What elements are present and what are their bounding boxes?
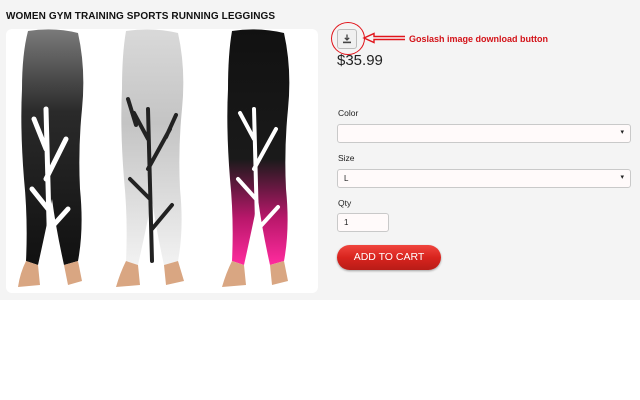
size-select[interactable]: L ▾ — [337, 169, 631, 188]
product-title: WOMEN GYM TRAINING SPORTS RUNNING LEGGIN… — [6, 11, 276, 22]
qty-value: 1 — [344, 218, 349, 227]
product-image[interactable] — [6, 29, 318, 293]
add-to-cart-button[interactable]: ADD TO CART — [337, 245, 441, 270]
download-icon — [343, 34, 351, 44]
chevron-down-icon: ▾ — [620, 129, 624, 136]
color-select[interactable]: ▾ — [337, 124, 631, 143]
legging-white-black — [116, 29, 184, 287]
leggings-illustration — [18, 29, 290, 287]
size-select-value: L — [344, 174, 349, 183]
annotation-label: Goslash image download button — [409, 34, 549, 44]
product-price: $35.99 — [337, 52, 383, 69]
legging-grey-black — [18, 29, 84, 287]
qty-input[interactable]: 1 — [337, 213, 389, 232]
legging-black-pink — [222, 29, 290, 287]
qty-label: Qty — [338, 198, 352, 208]
download-button[interactable] — [337, 29, 357, 49]
size-label: Size — [338, 153, 355, 163]
color-label: Color — [338, 108, 359, 118]
annotation-arrow-icon — [362, 32, 405, 44]
chevron-down-icon: ▾ — [620, 174, 624, 181]
